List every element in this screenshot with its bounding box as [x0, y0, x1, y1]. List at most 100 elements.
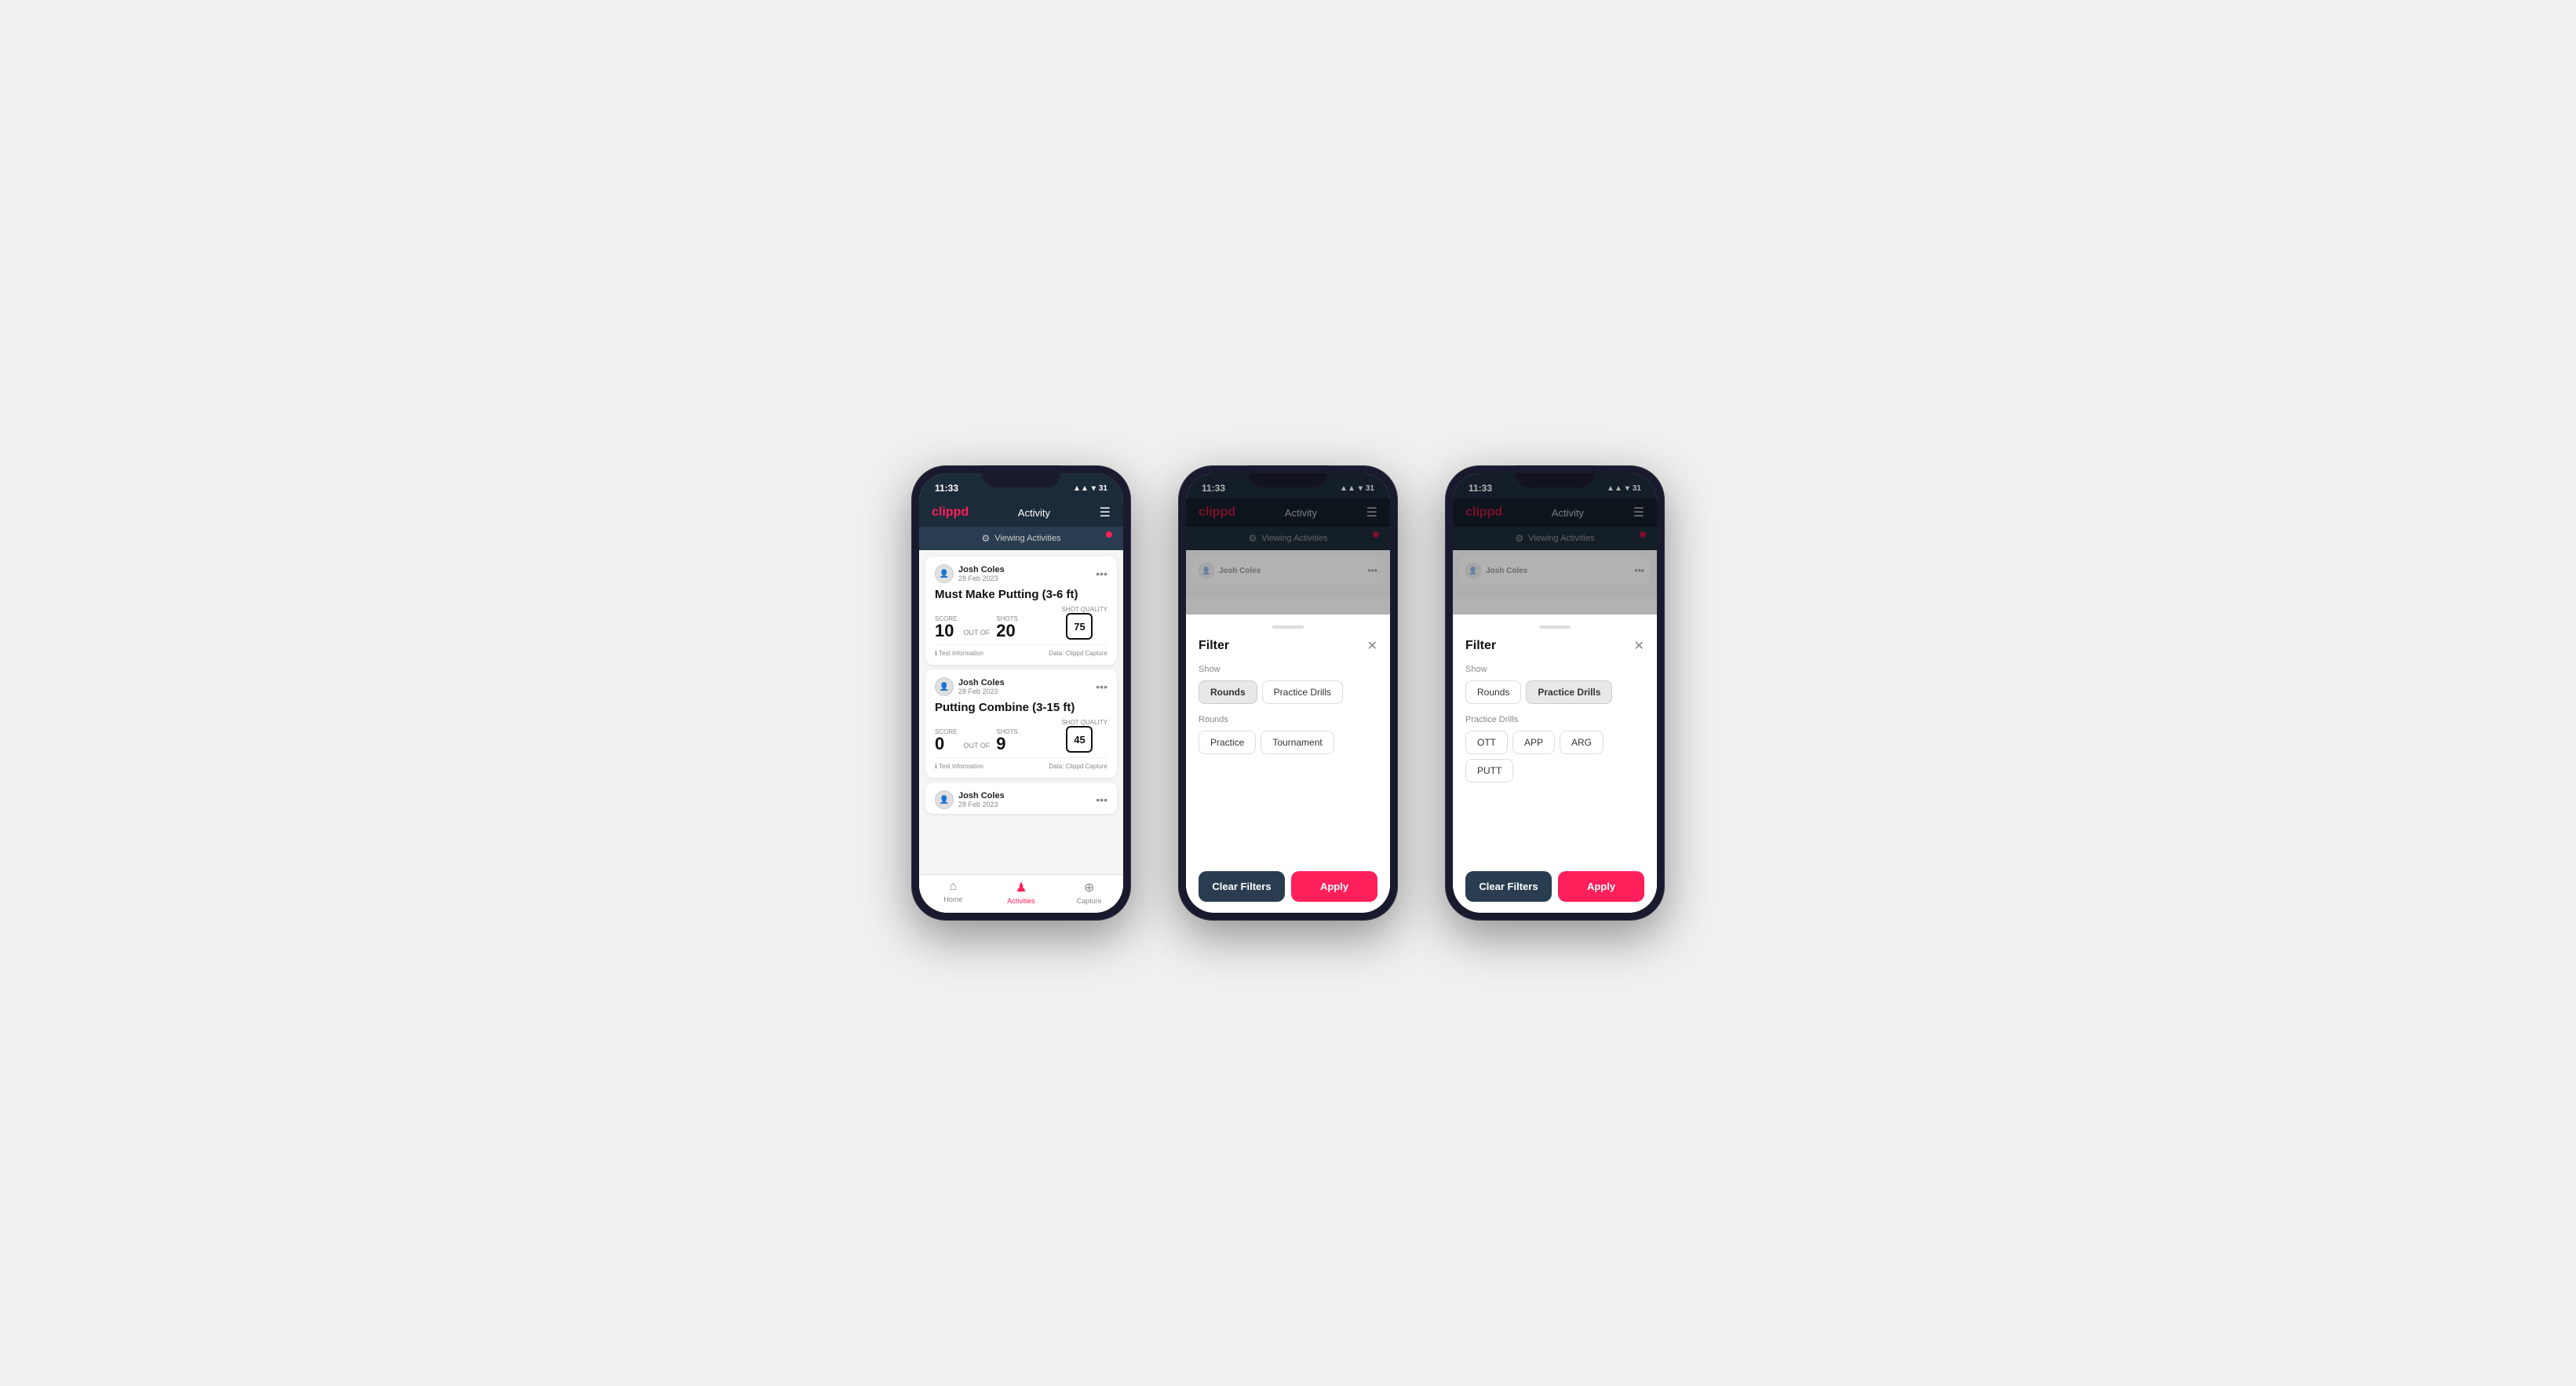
- filter-overlay-2: Filter ✕ Show Rounds Practice Drills Rou…: [1186, 473, 1390, 913]
- apply-btn-3[interactable]: Apply: [1558, 871, 1644, 902]
- score-value-2: 0: [935, 735, 957, 753]
- drills-label-3: Practice Drills: [1465, 715, 1644, 724]
- viewing-bar-text-1: Viewing Activities: [994, 534, 1060, 543]
- overlay-backdrop-3: [1453, 473, 1657, 615]
- shot-quality-badge-1: 75: [1066, 613, 1093, 640]
- filter-overlay-3: Filter ✕ Show Rounds Practice Drills Pra…: [1453, 473, 1657, 913]
- footer-left-2: ℹ Test Information: [935, 763, 983, 770]
- user-name-2: Josh Coles: [958, 678, 1005, 688]
- status-time-1: 11:33: [935, 483, 958, 494]
- phones-container: 11:33 ▲▲ ▾ 31 clippd Activity ☰ ⚙ Viewin…: [911, 465, 1665, 921]
- shots-value-1: 20: [996, 622, 1018, 640]
- stats-row-1: Score 10 OUT OF Shots 20 Shot Quality 75: [935, 606, 1107, 640]
- activities-icon-1: ♟: [1016, 880, 1027, 895]
- user-date-1: 28 Feb 2023: [958, 574, 1005, 582]
- user-info-1: 👤 Josh Coles 28 Feb 2023: [935, 564, 1005, 583]
- avatar-1: 👤: [935, 564, 954, 583]
- sheet-handle-2: [1272, 626, 1304, 629]
- overlay-backdrop-2: [1186, 473, 1390, 615]
- logo-1: clippd: [932, 505, 969, 520]
- nav-home-1[interactable]: ⌂ Home: [919, 880, 987, 905]
- nav-activities-1[interactable]: ♟ Activities: [987, 880, 1056, 905]
- activities-label-1: Activities: [1007, 897, 1035, 905]
- show-buttons-2: Rounds Practice Drills: [1199, 680, 1377, 704]
- sheet-footer-2: Clear Filters Apply: [1199, 871, 1377, 902]
- phone-3: 11:33 ▲▲ ▾ 31 clippd Activity ☰ ⚙ Viewin…: [1445, 465, 1665, 921]
- footer-right-1: Data: Clippd Capture: [1049, 650, 1107, 657]
- shot-quality-badge-2: 45: [1066, 726, 1093, 753]
- activity-card-2: 👤 Josh Coles 28 Feb 2023 ••• Putting Com…: [925, 669, 1117, 778]
- score-value-1: 10: [935, 622, 957, 640]
- shots-stat-2: Shots 9: [996, 728, 1018, 753]
- rounds-buttons-2: Practice Tournament: [1199, 731, 1377, 754]
- filter-icon-1: ⚙: [982, 533, 991, 544]
- sheet-header-3: Filter ✕: [1465, 638, 1644, 654]
- shot-quality-stat-2: Shot Quality 45: [1061, 719, 1107, 753]
- footer-right-2: Data: Clippd Capture: [1049, 763, 1107, 770]
- score-stat-2: Score 0: [935, 728, 957, 753]
- rounds-btn-3[interactable]: Rounds: [1465, 680, 1521, 704]
- sheet-title-2: Filter: [1199, 639, 1229, 653]
- card-header-1: 👤 Josh Coles 28 Feb 2023 •••: [935, 564, 1107, 583]
- content-1: 👤 Josh Coles 28 Feb 2023 ••• Must Make P…: [919, 550, 1123, 874]
- card-header-2: 👤 Josh Coles 28 Feb 2023 •••: [935, 677, 1107, 696]
- nav-capture-1[interactable]: ⊕ Capture: [1055, 880, 1123, 905]
- info-icon-1: ℹ: [935, 650, 937, 657]
- practice-btn-2[interactable]: Practice: [1199, 731, 1256, 754]
- putt-btn-3[interactable]: PUTT: [1465, 759, 1513, 782]
- battery-icon: 31: [1099, 484, 1107, 493]
- hamburger-icon-1[interactable]: ☰: [1100, 505, 1111, 520]
- card-footer-2: ℹ Test Information Data: Clippd Capture: [935, 757, 1107, 770]
- user-details-1: Josh Coles 28 Feb 2023: [958, 565, 1005, 582]
- viewing-bar-1[interactable]: ⚙ Viewing Activities: [919, 527, 1123, 550]
- close-btn-2[interactable]: ✕: [1367, 638, 1377, 654]
- activity-card-3: 👤 Josh Coles 28 Feb 2023 •••: [925, 782, 1117, 814]
- wifi-icon: ▾: [1092, 484, 1096, 493]
- app-btn-3[interactable]: APP: [1512, 731, 1555, 754]
- user-date-2: 28 Feb 2023: [958, 688, 1005, 695]
- phone-2: 11:33 ▲▲ ▾ 31 clippd Activity ☰ ⚙ Viewin…: [1178, 465, 1398, 921]
- user-name-1: Josh Coles: [958, 565, 1005, 574]
- close-btn-3[interactable]: ✕: [1634, 638, 1644, 654]
- status-icons-1: ▲▲ ▾ 31: [1073, 484, 1107, 493]
- more-btn-3[interactable]: •••: [1096, 793, 1107, 806]
- user-details-2: Josh Coles 28 Feb 2023: [958, 678, 1005, 695]
- filter-sheet-3: Filter ✕ Show Rounds Practice Drills Pra…: [1453, 615, 1657, 913]
- red-dot-1: [1106, 531, 1112, 538]
- more-btn-1[interactable]: •••: [1096, 567, 1107, 580]
- more-btn-2[interactable]: •••: [1096, 680, 1107, 693]
- rounds-btn-2[interactable]: Rounds: [1199, 680, 1257, 704]
- apply-btn-2[interactable]: Apply: [1291, 871, 1377, 902]
- sheet-header-2: Filter ✕: [1199, 638, 1377, 654]
- show-buttons-3: Rounds Practice Drills: [1465, 680, 1644, 704]
- rounds-label-2: Rounds: [1199, 715, 1377, 724]
- phone-1: 11:33 ▲▲ ▾ 31 clippd Activity ☰ ⚙ Viewin…: [911, 465, 1131, 921]
- show-label-2: Show: [1199, 665, 1377, 674]
- user-details-3: Josh Coles 28 Feb 2023: [958, 791, 1005, 808]
- score-stat-1: Score 10: [935, 615, 957, 640]
- shot-quality-stat-1: Shot Quality 75: [1061, 606, 1107, 640]
- practice-drills-btn-2[interactable]: Practice Drills: [1262, 680, 1343, 704]
- practice-drills-btn-3[interactable]: Practice Drills: [1526, 680, 1612, 704]
- clear-filters-btn-3[interactable]: Clear Filters: [1465, 871, 1552, 902]
- card-title-1: Must Make Putting (3-6 ft): [935, 588, 1107, 601]
- home-label-1: Home: [943, 895, 962, 903]
- clear-filters-btn-2[interactable]: Clear Filters: [1199, 871, 1285, 902]
- sheet-title-3: Filter: [1465, 639, 1496, 653]
- out-of-2: OUT OF: [963, 742, 990, 750]
- card-header-3: 👤 Josh Coles 28 Feb 2023 •••: [935, 790, 1107, 809]
- user-date-3: 28 Feb 2023: [958, 801, 1005, 808]
- ott-btn-3[interactable]: OTT: [1465, 731, 1508, 754]
- info-icon-2: ℹ: [935, 763, 937, 770]
- card-title-2: Putting Combine (3-15 ft): [935, 701, 1107, 714]
- arg-btn-3[interactable]: ARG: [1560, 731, 1604, 754]
- out-of-1: OUT OF: [963, 629, 990, 636]
- shots-value-2: 9: [996, 735, 1018, 753]
- shot-quality-label-2: Shot Quality: [1061, 719, 1107, 726]
- tournament-btn-2[interactable]: Tournament: [1261, 731, 1334, 754]
- footer-left-1: ℹ Test Information: [935, 650, 983, 657]
- card-footer-1: ℹ Test Information Data: Clippd Capture: [935, 644, 1107, 657]
- activity-card-1: 👤 Josh Coles 28 Feb 2023 ••• Must Make P…: [925, 556, 1117, 665]
- shot-quality-label-1: Shot Quality: [1061, 606, 1107, 613]
- notch-1: [982, 465, 1060, 487]
